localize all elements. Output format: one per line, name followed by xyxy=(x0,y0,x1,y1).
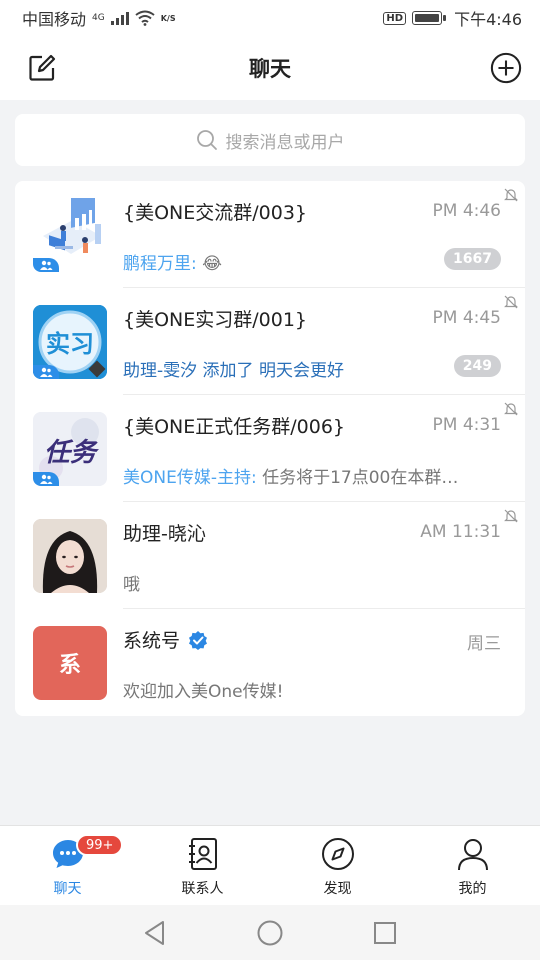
chat-time: PM 4:46 xyxy=(432,201,502,221)
tab-label: 我的 xyxy=(458,881,487,897)
recents-button[interactable] xyxy=(371,919,399,947)
chat-item[interactable]: 系 系统号 周三 欢迎加入美One传媒! xyxy=(15,609,525,716)
chat-time: PM 4:45 xyxy=(432,308,502,328)
chat-preview: 欢迎加入美One传媒! xyxy=(123,677,503,702)
group-avatar: 实习 xyxy=(33,305,107,379)
chat-name: 系统号 xyxy=(123,630,181,652)
group-avatar xyxy=(33,198,107,272)
chat-list: {美ONE交流群/003} PM 4:46 鹏程万里: 😂 1667 实习 {美… xyxy=(15,181,525,716)
group-avatar: 任务 xyxy=(33,412,107,486)
chat-item[interactable]: 助理-晓沁 AM 11:31 哦 xyxy=(15,502,525,609)
chat-preview: 美ONE传媒-主持: 任务将于17点00在本群… xyxy=(123,463,503,488)
data-speed: K/S xyxy=(160,13,176,23)
status-bar: 中国移动 4G K/S HD 下午4:46 xyxy=(0,0,540,36)
search-bar[interactable]: 搜索消息或用户 xyxy=(15,114,525,166)
carrier-name: 中国移动 xyxy=(22,10,87,29)
status-left: 中国移动 4G K/S xyxy=(22,6,176,30)
preview-message: 助理-雯汐 添加了 明天会更好 xyxy=(123,361,344,381)
hd-icon: HD xyxy=(383,11,407,25)
chat-item[interactable]: 任务 {美ONE正式任务群/006} PM 4:31 美ONE传媒-主持: 任务… xyxy=(15,395,525,502)
compose-button[interactable] xyxy=(26,52,58,84)
verified-badge-icon xyxy=(189,630,208,650)
person-icon xyxy=(455,836,491,872)
compass-icon xyxy=(320,836,356,872)
tab-label: 聊天 xyxy=(53,881,82,897)
chat-name: 助理-晓沁 xyxy=(123,523,206,545)
page-title: 聊天 xyxy=(249,57,291,81)
status-right: HD 下午4:46 xyxy=(383,6,522,30)
back-triangle-icon xyxy=(145,921,164,945)
system-avatar: 系 xyxy=(33,626,107,700)
avatar-text: 任务 xyxy=(44,438,100,468)
chat-name-row: 系统号 xyxy=(123,626,208,653)
tab-label: 联系人 xyxy=(181,881,224,897)
chat-name: {美ONE交流群/003} xyxy=(123,202,308,224)
battery-icon xyxy=(412,11,447,25)
chat-preview: 助理-雯汐 添加了 明天会更好 xyxy=(123,356,503,381)
preview-sender: 鹏程万里: xyxy=(123,254,197,274)
chat-time: AM 11:31 xyxy=(420,522,501,542)
person-photo-icon xyxy=(33,519,107,593)
tab-discover[interactable]: 发现 xyxy=(270,826,405,905)
chat-name: {美ONE实习群/001} xyxy=(123,309,308,331)
chat-time: PM 4:31 xyxy=(432,415,502,435)
unread-badge: 249 xyxy=(453,355,501,377)
tab-contacts[interactable]: 联系人 xyxy=(135,826,270,905)
preview-message: 😂 xyxy=(202,254,223,274)
wifi-icon xyxy=(135,10,155,26)
mute-bell-icon xyxy=(504,402,518,416)
chat-item[interactable]: 实习 {美ONE实习群/001} PM 4:45 助理-雯汐 添加了 明天会更好… xyxy=(15,288,525,395)
preview-message: 哦 xyxy=(123,575,140,595)
contact-avatar xyxy=(33,519,107,593)
system-nav-bar xyxy=(0,905,540,960)
clock: 下午4:46 xyxy=(454,10,522,29)
home-circle-icon xyxy=(257,920,283,946)
group-badge-icon xyxy=(33,472,59,486)
contacts-icon xyxy=(185,836,221,872)
bottom-nav: 聊天 99+ 联系人 发现 我的 xyxy=(0,825,540,905)
home-button[interactable] xyxy=(256,919,284,947)
signal-icon xyxy=(110,11,129,25)
preview-message: 欢迎加入美One传媒! xyxy=(123,682,284,702)
search-icon xyxy=(196,130,217,150)
mute-bell-icon xyxy=(504,188,518,202)
avatar-text: 系 xyxy=(58,653,81,678)
search-placeholder: 搜索消息或用户 xyxy=(225,132,345,153)
preview-sender: 美ONE传媒-主持: xyxy=(123,468,257,488)
plus-circle-icon xyxy=(490,52,522,84)
mute-bell-icon xyxy=(504,509,518,523)
edit-icon xyxy=(29,54,56,81)
group-badge-icon xyxy=(33,258,59,272)
preview-message: 任务将于17点00在本群… xyxy=(262,468,459,488)
chat-time: 周三 xyxy=(467,634,501,654)
mute-bell-icon xyxy=(504,295,518,309)
tab-label: 发现 xyxy=(323,881,352,897)
app-header: 聊天 xyxy=(0,36,540,100)
unread-count-badge: 99+ xyxy=(76,834,124,856)
add-button[interactable] xyxy=(490,52,522,84)
unread-badge: 1667 xyxy=(444,248,501,270)
chat-name: {美ONE正式任务群/006} xyxy=(123,416,346,438)
tab-chat[interactable]: 聊天 99+ xyxy=(0,826,135,905)
chat-preview: 哦 xyxy=(123,570,503,595)
tab-me[interactable]: 我的 xyxy=(405,826,540,905)
group-badge-icon xyxy=(33,365,59,379)
avatar-text: 实习 xyxy=(46,330,94,358)
recents-square-icon xyxy=(374,922,396,944)
chat-item[interactable]: {美ONE交流群/003} PM 4:46 鹏程万里: 😂 1667 xyxy=(15,181,525,288)
network-type: 4G xyxy=(92,13,105,23)
back-button[interactable] xyxy=(141,919,169,947)
